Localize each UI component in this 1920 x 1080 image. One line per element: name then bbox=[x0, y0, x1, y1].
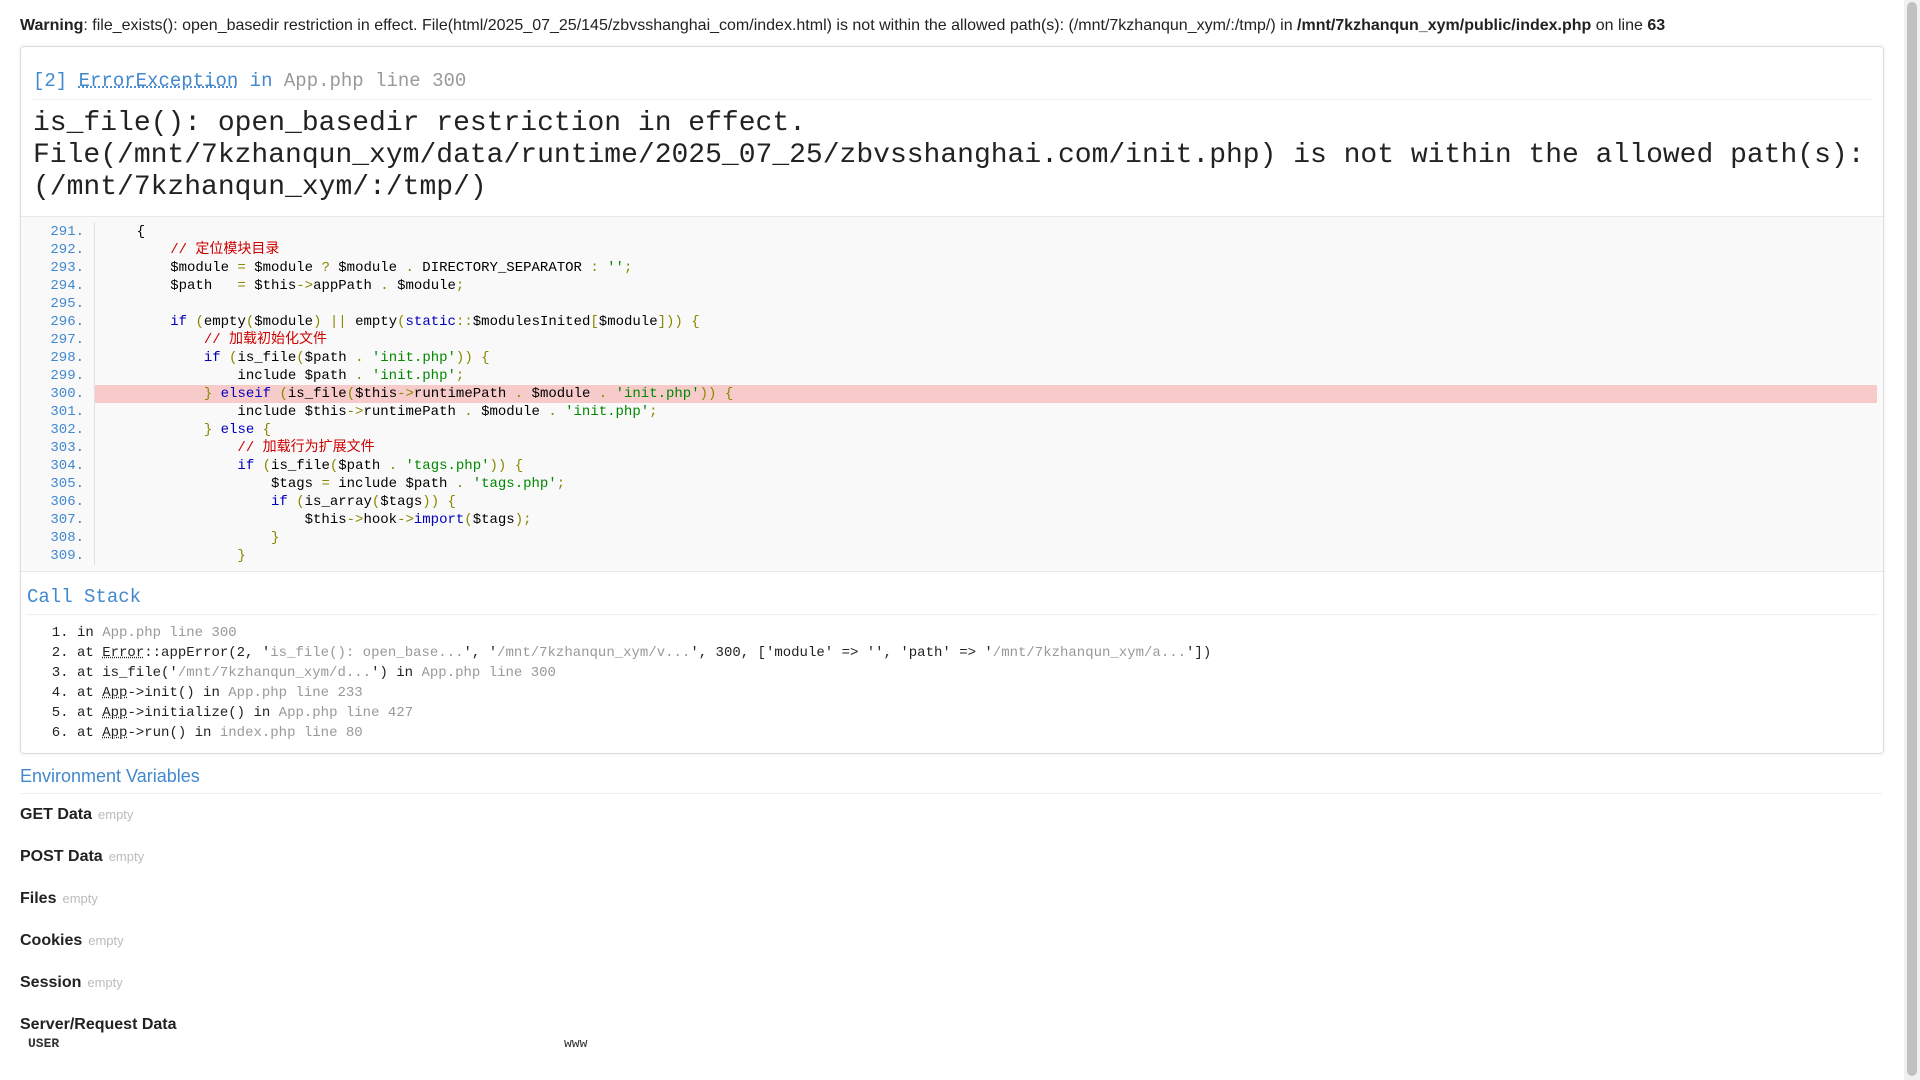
code-line: 295. bbox=[21, 295, 1877, 313]
code-line: 301. include $this->runtimePath . $modul… bbox=[21, 403, 1877, 421]
class-abbr[interactable]: Error bbox=[102, 645, 144, 661]
code-line: 303. // 加载行为扩展文件 bbox=[21, 439, 1877, 457]
code-line: 294. $path = $this->appPath . $module; bbox=[21, 277, 1877, 295]
exception-panel: [2] ErrorException in App.php line 300 i… bbox=[20, 46, 1884, 754]
warning-on-line: on line bbox=[1591, 17, 1648, 34]
server-row: USER www bbox=[28, 1036, 588, 1051]
env-get-data: GET Data empty bbox=[20, 806, 134, 823]
exception-info: [2] ErrorException in App.php line 300 i… bbox=[21, 47, 1883, 216]
env-files: Files empty bbox=[20, 890, 98, 907]
warning-text: : file_exists(): open_basedir restrictio… bbox=[83, 17, 1298, 34]
exception-code: [2] bbox=[33, 70, 68, 92]
env-cookies: Cookies empty bbox=[20, 932, 124, 949]
exception-fileref: App.php line 300 bbox=[283, 70, 467, 92]
stack-frame: at App->init() in App.php line 233 bbox=[77, 683, 1877, 703]
server-table: USER www bbox=[20, 1036, 1882, 1051]
warning-line-number: 63 bbox=[1647, 17, 1666, 34]
code-line: 292. // 定位模块目录 bbox=[21, 241, 1877, 259]
env-session: Session empty bbox=[20, 974, 123, 991]
code-line: 307. $this->hook->import($tags); bbox=[21, 511, 1877, 529]
exception-message: is_file(): open_basedir restriction in e… bbox=[33, 108, 1865, 203]
exception-in: in bbox=[249, 70, 273, 92]
error-page: Warning: file_exists(): open_basedir res… bbox=[0, 0, 1904, 1051]
call-stack-list: in App.php line 300 at Error::appError(2… bbox=[27, 623, 1877, 743]
class-abbr[interactable]: App bbox=[102, 705, 127, 721]
vertical-scrollbar[interactable] bbox=[1904, 0, 1920, 1080]
code-line: 304. if (is_file($path . 'tags.php')) { bbox=[21, 457, 1877, 475]
env-title: Environment Variables bbox=[20, 754, 1882, 794]
code-line: 293. $module = $module ? $module . DIREC… bbox=[21, 259, 1877, 277]
stack-frame: at Error::appError(2, 'is_file(): open_b… bbox=[77, 643, 1877, 663]
stack-frame: at is_file('/mnt/7kzhanqun_xym/d...') in… bbox=[77, 663, 1877, 683]
stack-frame: at App->run() in index.php line 80 bbox=[77, 723, 1877, 743]
code-line: 298. if (is_file($path . 'init.php')) { bbox=[21, 349, 1877, 367]
code-line-highlighted: 300. } elseif (is_file($this->runtimePat… bbox=[21, 385, 1877, 403]
code-line: 296. if (empty($module) || empty(static:… bbox=[21, 313, 1877, 331]
source-code: 291. { 292. // 定位模块目录 293. $module = $mo… bbox=[21, 216, 1883, 572]
code-line: 305. $tags = include $path . 'tags.php'; bbox=[21, 475, 1877, 493]
code-line: 309. } bbox=[21, 547, 1877, 565]
class-abbr[interactable]: App bbox=[102, 725, 127, 741]
exception-header: [2] ErrorException in App.php line 300 bbox=[33, 57, 1871, 100]
class-abbr[interactable]: App bbox=[102, 685, 127, 701]
code-line: 306. if (is_array($tags)) { bbox=[21, 493, 1877, 511]
warning-label: Warning bbox=[20, 17, 84, 34]
call-stack: Call Stack in App.php line 300 at Error:… bbox=[21, 572, 1883, 753]
code-line: 308. } bbox=[21, 529, 1877, 547]
php-warning: Warning: file_exists(): open_basedir res… bbox=[20, 0, 1904, 36]
code-line: 299. include $path . 'init.php'; bbox=[21, 367, 1877, 385]
call-stack-title: Call Stack bbox=[27, 582, 1877, 615]
scrollbar-thumb[interactable] bbox=[1907, 2, 1917, 1076]
stack-frame: in App.php line 300 bbox=[77, 623, 1877, 643]
code-line: 291. { bbox=[21, 223, 1877, 241]
warning-file: /mnt/7kzhanqun_xym/public/index.php bbox=[1297, 17, 1592, 34]
exception-class[interactable]: ErrorException bbox=[79, 70, 239, 92]
stack-frame: at App->initialize() in App.php line 427 bbox=[77, 703, 1877, 723]
code-line: 302. } else { bbox=[21, 421, 1877, 439]
env-post-data: POST Data empty bbox=[20, 848, 145, 865]
code-line: 297. // 加载初始化文件 bbox=[21, 331, 1877, 349]
